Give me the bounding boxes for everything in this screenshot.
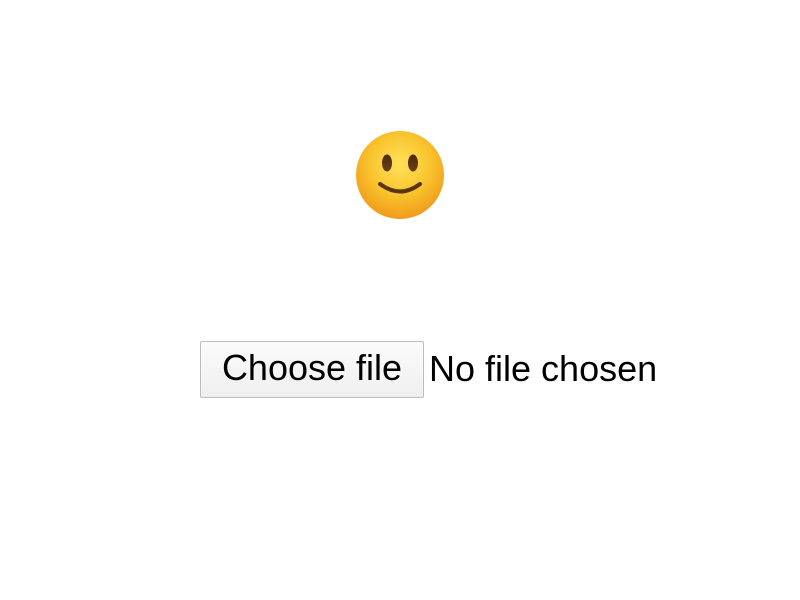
file-status-text: No file chosen [429, 348, 658, 389]
choose-file-button[interactable]: Choose file [200, 340, 424, 398]
slightly-smiling-face-icon [354, 129, 446, 221]
file-input[interactable]: Choose file No file chosen [200, 340, 657, 398]
